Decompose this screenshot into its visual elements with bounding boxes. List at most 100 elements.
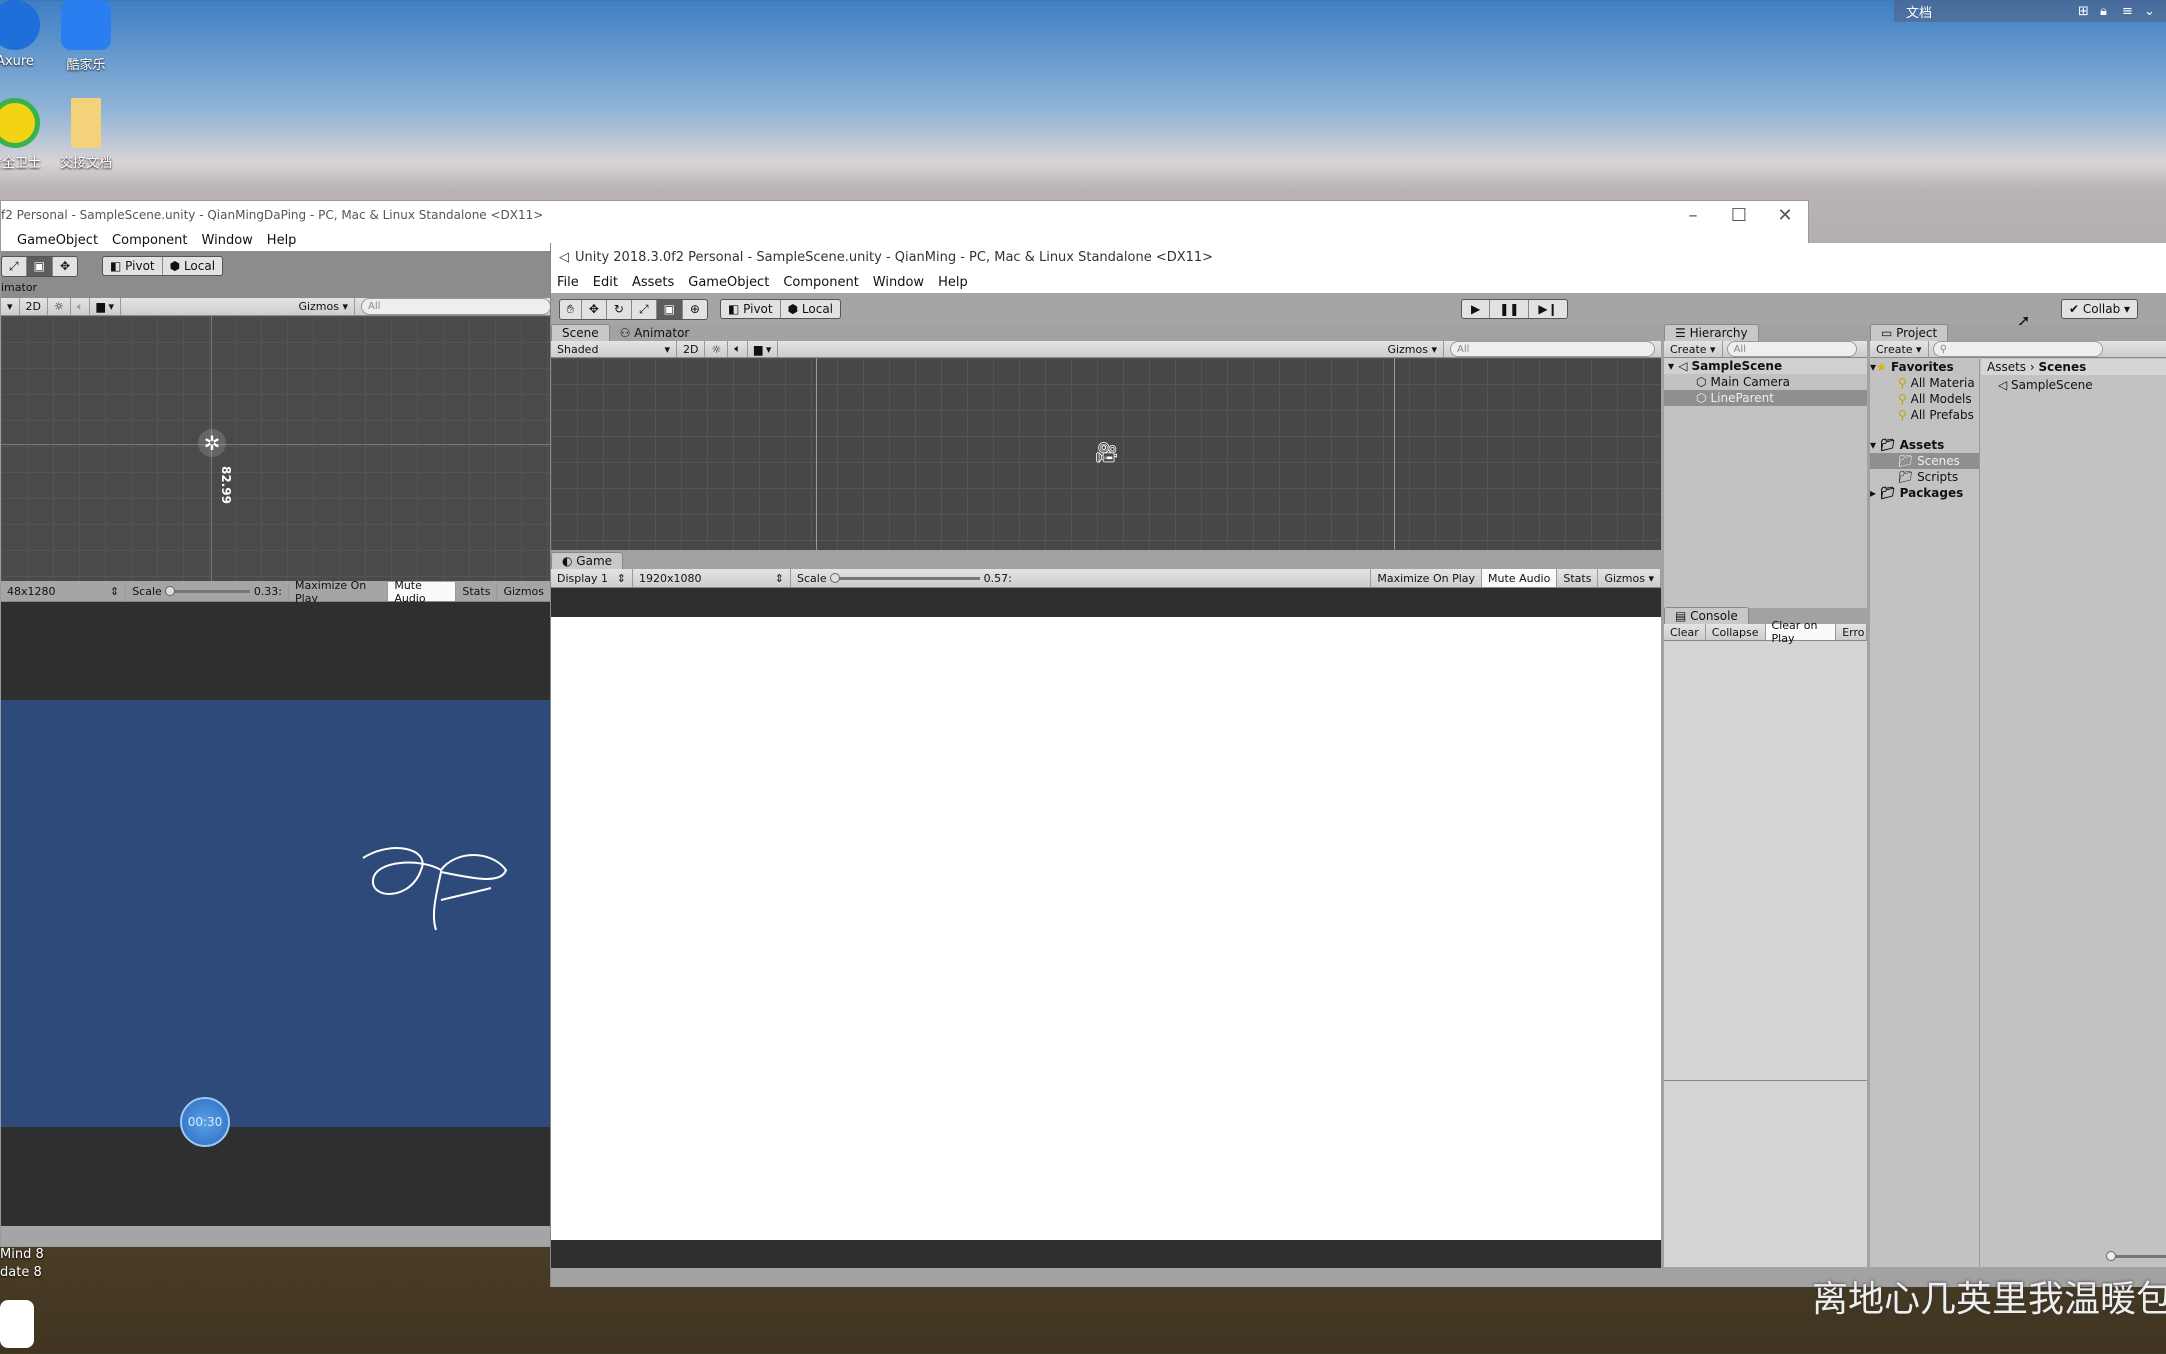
project-create-dropdown[interactable]: Create ▾ xyxy=(1870,341,1929,357)
lock-icon[interactable]: 🔒︎ xyxy=(2100,4,2122,19)
scene-root-item[interactable]: ▾ ◁ SampleScene xyxy=(1664,358,1867,374)
hand-tool-icon[interactable]: ✋︎ xyxy=(560,299,582,319)
step-button[interactable]: ▶❙ xyxy=(1529,300,1566,318)
menu-help[interactable]: Help xyxy=(267,233,297,248)
local-button[interactable]: ⬢ Local xyxy=(163,257,222,275)
tab-game[interactable]: ◐ Game xyxy=(551,552,624,569)
play-button[interactable]: ▶ xyxy=(1462,300,1491,318)
pivot-button[interactable]: ◧ Pivot xyxy=(721,300,781,318)
breadcrumb-scenes[interactable]: Scenes xyxy=(2039,360,2087,374)
menu-file[interactable]: File xyxy=(557,275,579,290)
menu-component[interactable]: Component xyxy=(112,233,187,248)
baidu-netdisk-icon[interactable] xyxy=(0,1300,34,1348)
transform-tool-icon[interactable]: ⊕ xyxy=(683,300,707,319)
menu-help[interactable]: Help xyxy=(938,275,968,290)
packages-folder[interactable]: ▸ 📁︎ Packages xyxy=(1870,485,1979,501)
collab-button[interactable]: ✔ Collab ▾ xyxy=(2061,299,2139,319)
menu-assets[interactable]: Assets xyxy=(632,275,674,290)
effects-icon[interactable]: ▆ ▾ xyxy=(90,298,121,315)
menu-window[interactable]: Window xyxy=(873,275,924,290)
timer-button[interactable]: 00:30 xyxy=(180,1097,230,1147)
desktop-label-mind[interactable]: Mind 8 xyxy=(0,1247,44,1262)
menu-gameobject[interactable]: GameObject xyxy=(17,233,98,248)
stats-toggle[interactable]: Stats xyxy=(456,582,498,601)
console-clear-on-play-button[interactable]: Clear on Play xyxy=(1765,619,1837,645)
audio-icon[interactable]: 🔈︎ xyxy=(728,341,748,357)
scene-search[interactable]: All xyxy=(1450,341,1655,357)
game-view[interactable] xyxy=(551,588,1661,1268)
animator-tab[interactable]: imator xyxy=(1,281,551,298)
menu-window[interactable]: Window xyxy=(202,233,253,248)
console-clear-button[interactable]: Clear xyxy=(1664,624,1706,640)
favorite-all-prefabs[interactable]: ⚲ All Prefabs xyxy=(1870,407,1979,423)
gizmos-toggle[interactable]: Gizmos ▾ xyxy=(1598,569,1661,587)
move-tool-icon[interactable]: ✥ xyxy=(582,299,607,319)
console-error-pause-button[interactable]: Erro xyxy=(1836,624,1867,640)
grid-icon[interactable]: ⊞ xyxy=(2078,4,2100,19)
file-samplescene[interactable]: ◁ SampleScene xyxy=(1998,377,2093,393)
hierarchy-search[interactable]: All xyxy=(1726,341,1857,357)
2d-toggle[interactable]: 2D xyxy=(677,341,706,357)
hierarchy-item-lineparent[interactable]: ⬡ LineParent xyxy=(1664,390,1867,406)
draw-mode-dropdown[interactable]: ▾ xyxy=(1,298,20,315)
scene-view[interactable]: 🎥︎ xyxy=(551,358,1661,550)
docs-label[interactable]: 文档 xyxy=(1906,2,2078,21)
scene-search[interactable]: All xyxy=(361,298,551,315)
lighting-icon[interactable]: ☼ xyxy=(48,298,71,315)
display-dropdown[interactable]: Display 1 ⇕ xyxy=(551,569,633,587)
resolution-dropdown[interactable]: 48x1280 ⇕ xyxy=(1,582,127,601)
desktop-icon-kujiale[interactable]: 酷家乐 xyxy=(41,0,131,73)
scale-slider[interactable]: Scale 0.33: xyxy=(126,582,290,601)
resolution-dropdown[interactable]: 1920x1080 ⇕ xyxy=(633,569,791,587)
close-button[interactable]: ✕ xyxy=(1762,205,1808,226)
audio-icon[interactable]: 🔈︎ xyxy=(71,298,91,315)
gizmos-dropdown[interactable]: Gizmos ▾ xyxy=(1381,341,1444,357)
maximize-button[interactable]: ☐ xyxy=(1716,205,1762,226)
scale-tool-icon[interactable]: ⤢ xyxy=(2,256,27,276)
menu-edit[interactable]: Edit xyxy=(593,275,618,290)
rotate-tool-icon[interactable]: ↻ xyxy=(607,299,632,319)
menu-component[interactable]: Component xyxy=(783,275,858,290)
folder-scripts[interactable]: 📁︎ Scripts xyxy=(1870,469,1979,485)
chevron-down-icon[interactable]: ⌄ xyxy=(2144,4,2166,19)
gizmos-dropdown[interactable]: Gizmos ▾ xyxy=(292,298,355,315)
desktop-label-update[interactable]: date 8 xyxy=(0,1265,42,1280)
project-search[interactable]: ⚲ xyxy=(1932,341,2103,357)
menu-icon[interactable]: ≡ xyxy=(2122,4,2144,19)
tab-scene[interactable]: Scene xyxy=(551,324,610,341)
icon-size-slider[interactable] xyxy=(2106,1251,2166,1261)
tab-animator[interactable]: ⚇ Animator xyxy=(610,325,700,341)
scale-tool-icon[interactable]: ⤢ xyxy=(632,299,657,319)
stats-toggle[interactable]: Stats xyxy=(1557,569,1599,587)
hierarchy-create-dropdown[interactable]: Create ▾ xyxy=(1664,341,1723,357)
game-view[interactable]: 00:30 xyxy=(1,602,551,1226)
mute-audio-toggle[interactable]: Mute Audio xyxy=(388,579,457,605)
scale-slider[interactable]: Scale 0.57: xyxy=(791,569,1018,587)
favorite-all-models[interactable]: ⚲ All Models xyxy=(1870,391,1979,407)
local-button[interactable]: ⬢ Local xyxy=(781,300,840,318)
scene-view[interactable]: ✲ 82.99 xyxy=(1,316,551,581)
minimize-button[interactable]: – xyxy=(1670,205,1716,226)
effects-icon[interactable]: ▆ ▾ xyxy=(748,341,779,357)
gizmos-toggle[interactable]: Gizmos xyxy=(497,582,551,601)
pivot-button[interactable]: ◧ Pivot xyxy=(103,257,163,275)
tab-project[interactable]: ▭ Project xyxy=(1870,324,1949,341)
shading-dropdown[interactable]: Shaded ▾ xyxy=(551,341,677,357)
favorite-all-materials[interactable]: ⚲ All Materia xyxy=(1870,375,1979,391)
game-canvas[interactable] xyxy=(551,617,1661,1240)
tab-hierarchy[interactable]: ☰ Hierarchy xyxy=(1664,324,1759,341)
breadcrumb-assets[interactable]: Assets xyxy=(1987,360,2026,374)
folder-scenes[interactable]: 📁︎ Scenes xyxy=(1870,453,1979,469)
favorites-item[interactable]: ▾ ★ Favorites xyxy=(1870,359,1979,375)
rect-tool-icon[interactable]: ▣ xyxy=(26,256,53,276)
desktop-icon-folder[interactable]: 交接文档 xyxy=(41,98,131,171)
camera-gizmo-icon[interactable]: 🎥︎ xyxy=(1094,440,1119,464)
2d-toggle[interactable]: 2D xyxy=(20,298,48,315)
maximize-on-play-toggle[interactable]: Maximize On Play xyxy=(289,579,389,605)
hierarchy-item-main-camera[interactable]: ⬡ Main Camera xyxy=(1664,374,1867,390)
transform-tool-icon[interactable]: ✥ xyxy=(53,257,77,276)
pause-button[interactable]: ❚❚ xyxy=(1490,300,1530,318)
maximize-on-play-toggle[interactable]: Maximize On Play xyxy=(1370,569,1483,587)
particle-gizmo-icon[interactable]: ✲ xyxy=(198,429,226,457)
lighting-icon[interactable]: ☼ xyxy=(705,341,729,357)
